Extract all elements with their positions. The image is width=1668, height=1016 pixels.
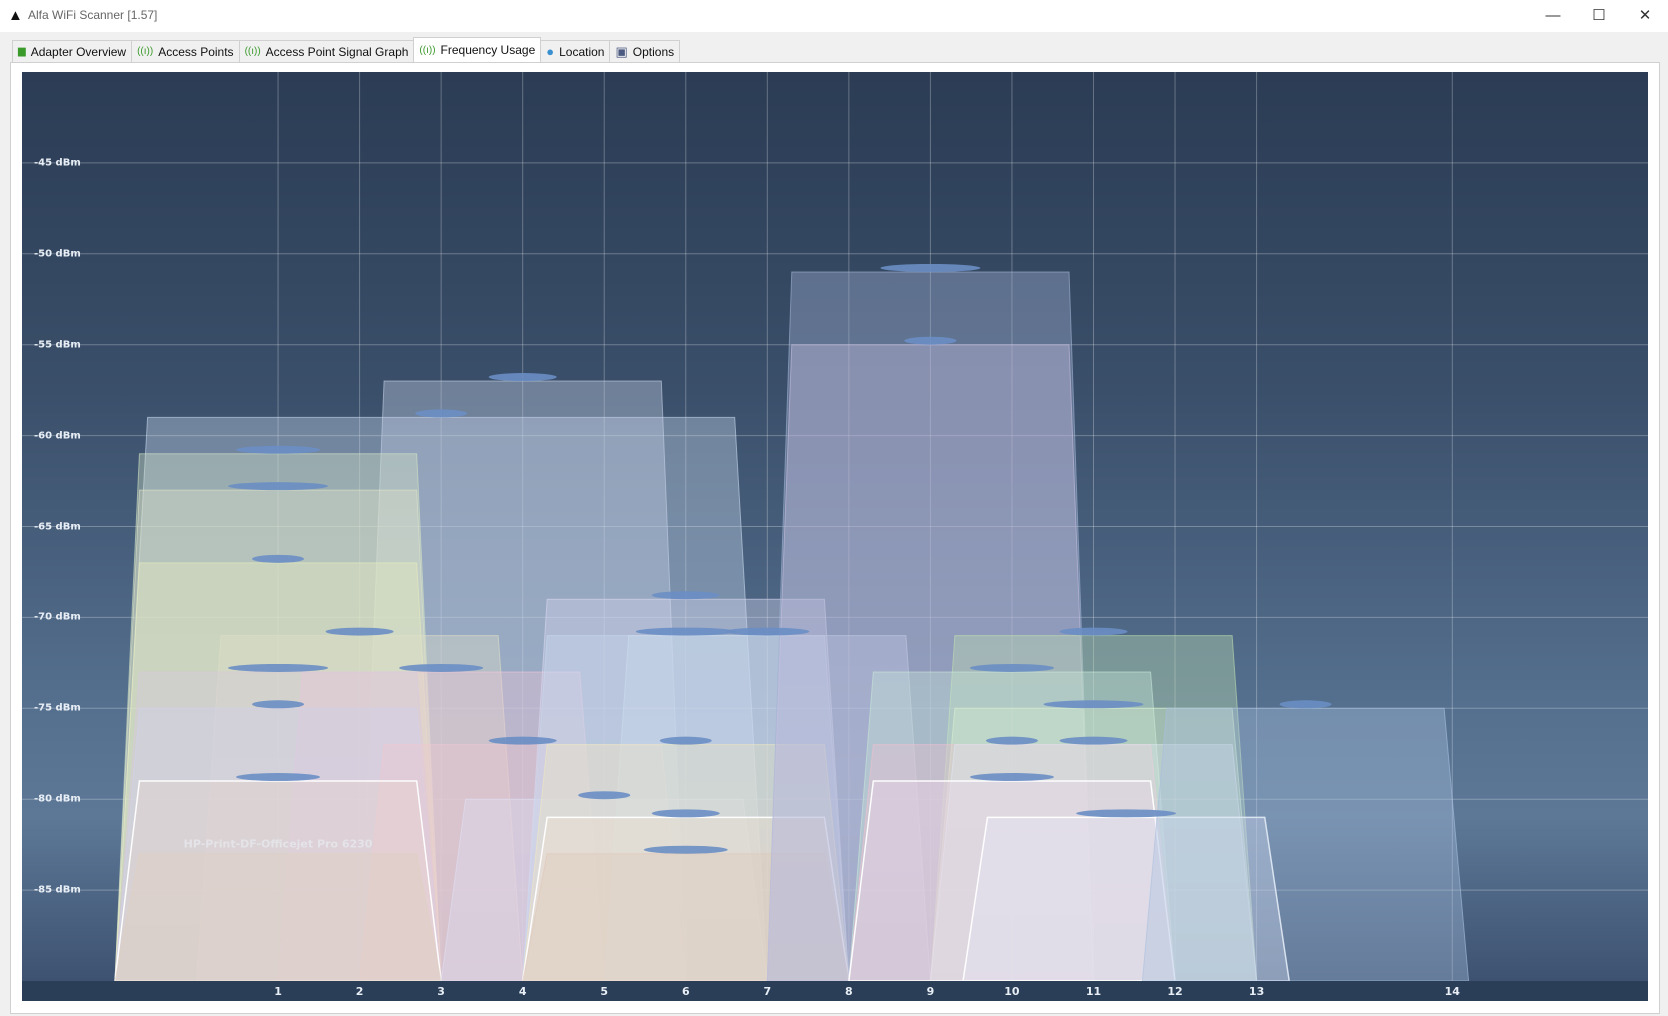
tab-options[interactable]: ▣ Options (609, 40, 681, 62)
redacted-label (228, 663, 329, 672)
y-tick-label: -50 dBm (34, 248, 81, 260)
tab-label: Options (632, 44, 675, 59)
redacted-label (399, 663, 484, 672)
redacted-label (325, 627, 394, 636)
redacted-label (651, 809, 720, 818)
x-tick-label: 2 (355, 985, 364, 998)
redacted-label (985, 736, 1038, 745)
x-tick-label: 4 (518, 985, 527, 998)
antenna-icon: ((ı)) (137, 46, 154, 57)
redacted-label (659, 736, 712, 745)
y-tick-label: -60 dBm (34, 430, 81, 442)
y-tick-label: -75 dBm (34, 702, 81, 714)
minimize-button[interactable]: — (1530, 4, 1576, 28)
tab-frequency-usage[interactable]: ((ı)) Frequency Usage (413, 37, 542, 62)
adapter-icon: ▆ (18, 46, 26, 57)
channel-axis: 1 2 3 4 5 6 7 8 9 10 11 12 13 14 (22, 981, 1648, 1001)
redacted-label (1059, 627, 1128, 636)
tab-location[interactable]: ● Location (540, 40, 611, 62)
y-tick-label: -70 dBm (34, 611, 81, 623)
y-tick-label: -65 dBm (34, 521, 81, 532)
chart-canvas: HP-Print-DF-Officejet Pro 6230 (22, 72, 1648, 982)
access-point-area (114, 853, 442, 982)
redacted-label (415, 409, 468, 418)
tab-access-points[interactable]: ((ı)) Access Points (131, 40, 240, 62)
redacted-label (643, 845, 728, 854)
tab-label: Access Point Signal Graph (265, 44, 409, 59)
x-tick-label: 6 (681, 985, 690, 998)
redacted-label (635, 627, 736, 636)
x-tick-label: 1 (274, 985, 282, 998)
alfa-logo-icon: ▲ (8, 7, 23, 24)
x-tick-label: 7 (763, 985, 772, 998)
title-bar: ▲ Alfa WiFi Scanner [1.57] — ☐ ✕ (0, 0, 1668, 32)
tab-label: Access Points (158, 44, 234, 59)
x-tick-label: 3 (437, 985, 445, 998)
antenna-icon: ((ı)) (419, 44, 436, 56)
redacted-label (252, 554, 305, 563)
access-point-area (1141, 707, 1470, 982)
location-pin-icon: ● (546, 44, 555, 59)
redacted-label (1059, 736, 1128, 745)
maximize-button[interactable]: ☐ (1576, 4, 1622, 28)
tab-access-point-signal-graph[interactable]: ((ı)) Access Point Signal Graph (238, 40, 415, 62)
access-point-label: HP-Print-DF-Officejet Pro 6230 (184, 838, 373, 851)
x-tick-label: 9 (926, 985, 935, 998)
redacted-label (1076, 809, 1177, 818)
y-tick-label: -80 dBm (34, 793, 81, 805)
redacted-label (880, 263, 981, 272)
y-tick-label: -55 dBm (34, 339, 81, 351)
x-tick-label: 10 (1004, 985, 1020, 998)
y-tick-label: -85 dBm (34, 884, 81, 896)
redacted-label (578, 791, 631, 800)
tab-adapter-overview[interactable]: ▆ Adapter Overview (12, 40, 133, 62)
x-tick-label: 11 (1085, 985, 1102, 998)
y-tick-label: -45 dBm (34, 157, 81, 169)
frequency-usage-chart: HP-Print-DF-Officejet Pro 6230 -45 dBm -5… (22, 72, 1648, 982)
x-tick-label: 5 (600, 985, 609, 998)
tab-label: Location (559, 44, 605, 59)
redacted-label (969, 663, 1054, 672)
tab-label: Frequency Usage (440, 43, 536, 57)
antenna-icon: ((ı)) (244, 46, 261, 57)
tab-label: Adapter Overview (30, 44, 127, 59)
redacted-label (488, 736, 557, 745)
x-tick-label: 14 (1444, 985, 1460, 998)
options-icon: ▣ (615, 43, 628, 59)
x-tick-label: 8 (845, 985, 853, 998)
redacted-label (488, 373, 557, 382)
redacted-label (969, 773, 1054, 782)
close-button[interactable]: ✕ (1622, 4, 1668, 28)
x-tick-label: 13 (1248, 985, 1265, 998)
redacted-label (1043, 700, 1144, 709)
redacted-label (236, 773, 321, 782)
tab-bar: ▆ Adapter Overview ((ı)) Access Points ((ı… (12, 37, 681, 62)
redacted-label (228, 482, 329, 491)
redacted-label (1279, 700, 1332, 709)
redacted-label (904, 336, 957, 345)
redacted-label (236, 445, 321, 454)
x-tick-label: 12 (1167, 985, 1183, 998)
redacted-label (651, 591, 720, 600)
redacted-label (725, 627, 810, 636)
redacted-label (252, 700, 305, 709)
window-title: Alfa WiFi Scanner [1.57] (28, 8, 158, 22)
